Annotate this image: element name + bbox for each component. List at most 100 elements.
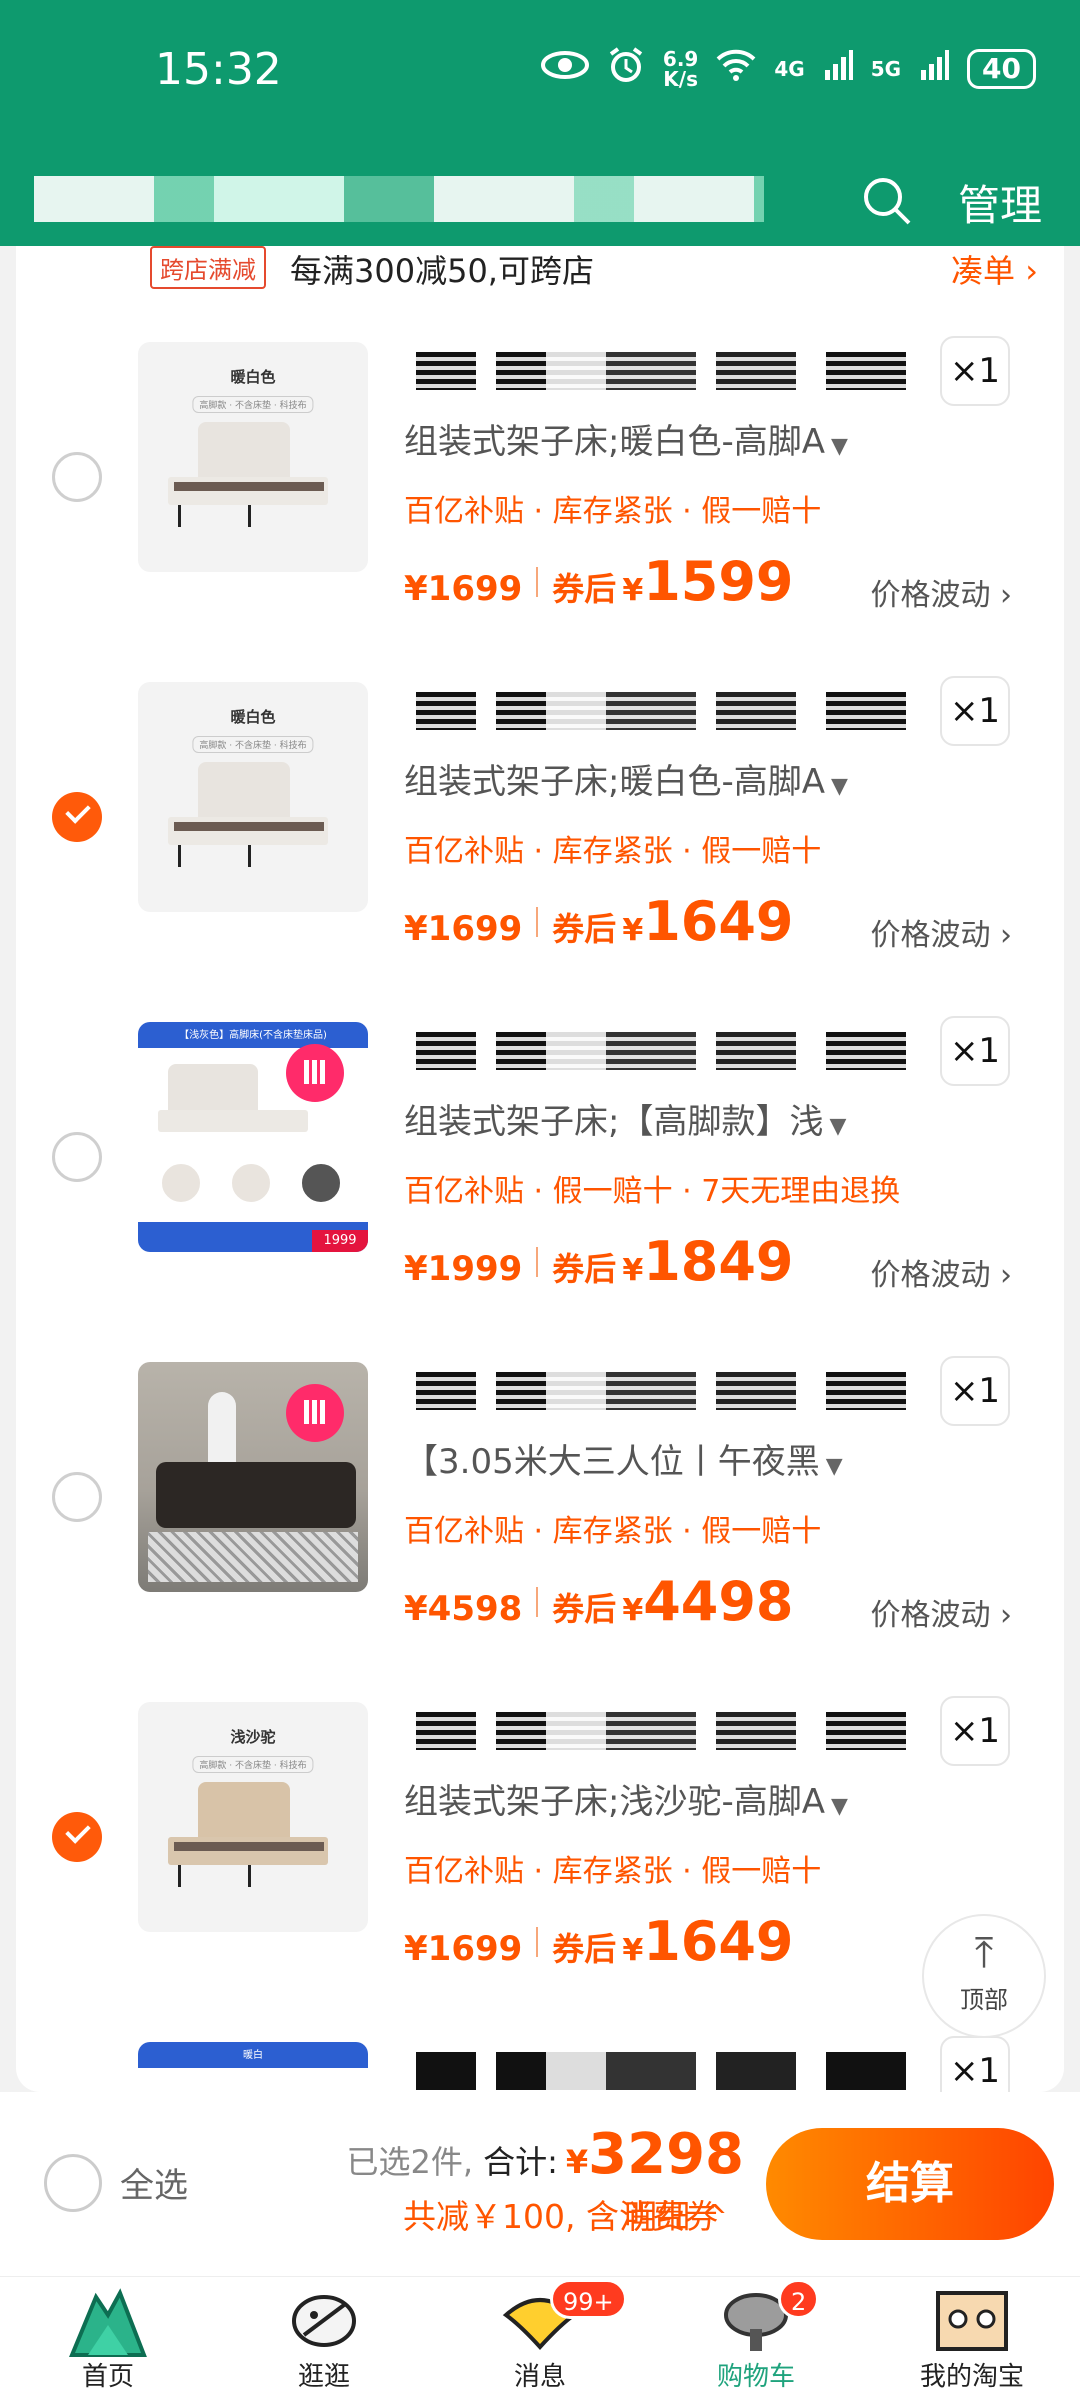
selected-count: 已选2件, xyxy=(346,2143,474,2181)
product-title-redacted[interactable] xyxy=(416,2052,906,2090)
price-row: ¥1999 券后 ¥ 1849 xyxy=(404,1230,793,1293)
divider xyxy=(536,566,539,597)
signal-bars-icon xyxy=(823,50,853,87)
detail-toggle[interactable]: 明细 ^ xyxy=(624,2190,728,2238)
search-icon[interactable] xyxy=(862,176,912,226)
eye-icon xyxy=(540,50,589,87)
total-summary: 已选2件, 合计: ¥ 3298 xyxy=(347,2122,744,2187)
original-price: ¥1699 xyxy=(404,569,523,609)
product-thumbnail[interactable]: 【浅灰色】高脚床(不含床垫床品) 1999 xyxy=(138,1022,368,1252)
profile-icon xyxy=(936,2291,1008,2351)
status-time: 15:32 xyxy=(155,44,282,95)
checkout-button[interactable]: 结算 xyxy=(766,2128,1054,2240)
currency-symbol: ¥ xyxy=(622,1593,644,1628)
tab-messages[interactable]: 99+ 消息 xyxy=(460,2277,627,2400)
sku-text: 组装式架子床;【高脚款】浅 xyxy=(404,1102,824,1142)
original-price: ¥1999 xyxy=(404,1249,523,1289)
tab-home[interactable]: 首页 xyxy=(28,2277,188,2400)
thumb-price-chip: 1999 xyxy=(312,1230,368,1252)
price-row: ¥1699 券后 ¥ 1599 xyxy=(404,550,793,613)
chevron-down-icon: ▼ xyxy=(830,1794,848,1819)
quantity-button[interactable]: ×1 xyxy=(940,336,1010,406)
sku-selector[interactable]: 组装式架子床;【高脚款】浅 ▼ xyxy=(404,1094,846,1143)
manage-button[interactable]: 管理 xyxy=(958,172,1042,233)
price-fluctuation-link[interactable]: 价格波动 › xyxy=(870,1250,1012,1294)
after-coupon-price: 1599 xyxy=(643,550,794,613)
net-speed: 6.9 K/s xyxy=(663,49,698,89)
add-on-link[interactable]: 凑单 › xyxy=(951,246,1038,292)
quantity-button[interactable]: ×1 xyxy=(940,1696,1010,1766)
price-fluctuation-link[interactable]: 价格波动 › xyxy=(870,1590,1012,1634)
arrow-up-icon: ⤒ xyxy=(974,1928,994,1977)
product-thumbnail[interactable]: 暖白色 高脚款 · 不含床垫 · 科技布 xyxy=(138,342,368,572)
live-badge-icon xyxy=(286,1044,344,1102)
bed-leg xyxy=(248,505,251,527)
divider xyxy=(536,906,539,937)
tab-discover[interactable]: 逛逛 xyxy=(244,2277,404,2400)
detail-thumb xyxy=(300,1162,342,1204)
sku-text: 组装式架子床;浅沙驼-高脚A xyxy=(404,1782,825,1822)
original-price: ¥1699 xyxy=(404,1929,523,1969)
product-thumbnail[interactable]: 暖白 xyxy=(138,2042,368,2092)
live-badge-icon xyxy=(286,1384,344,1442)
thumb-sublabel: 高脚款 · 不含床垫 · 科技布 xyxy=(192,396,314,413)
original-price: ¥1699 xyxy=(404,909,523,949)
redaction-mask xyxy=(416,1712,906,1750)
sku-text: 【3.05米大三人位丨午夜黑 xyxy=(404,1442,820,1482)
quantity-button[interactable]: ×1 xyxy=(940,2036,1010,2092)
item-checkbox-checked[interactable] xyxy=(52,1812,102,1862)
divider xyxy=(536,1926,539,1957)
after-coupon-label: 券后 xyxy=(552,1250,617,1288)
sku-selector[interactable]: 组装式架子床;浅沙驼-高脚A ▼ xyxy=(404,1774,848,1823)
redaction-mask xyxy=(416,352,906,390)
price-row: ¥1699 券后 ¥ 1649 xyxy=(404,1910,793,1973)
quantity-button[interactable]: ×1 xyxy=(940,1016,1010,1086)
sku-selector[interactable]: 【3.05米大三人位丨午夜黑 ▼ xyxy=(404,1434,843,1483)
battery-indicator: 40 xyxy=(967,48,1036,89)
thumb-label: 暖白色 xyxy=(230,708,276,726)
tab-cart[interactable]: 2 购物车 xyxy=(676,2277,836,2400)
price-fluctuation-link[interactable]: 价格波动 › xyxy=(870,570,1012,614)
divider xyxy=(536,1246,539,1277)
sku-selector[interactable]: 组装式架子床;暖白色-高脚A ▼ xyxy=(404,754,848,803)
chevron-down-icon: ▼ xyxy=(829,1114,847,1139)
select-all-checkbox[interactable] xyxy=(44,2154,102,2212)
bottom-tab-bar: 首页 逛逛 99+ 消息 2 购物车 我的淘宝 xyxy=(0,2276,1080,2400)
thumb-sublabel: 高脚款 · 不含床垫 · 科技布 xyxy=(192,1756,314,1773)
currency-symbol: ¥ xyxy=(622,1933,644,1968)
chevron-down-icon: ▼ xyxy=(825,1454,843,1479)
tab-my-taobao[interactable]: 我的淘宝 xyxy=(892,2277,1052,2400)
cart-item: 浅沙驼 高脚款 · 不含床垫 · 科技布 ×1 组装式架子床;浅沙驼-高脚A ▼ … xyxy=(16,1696,1064,2042)
select-all-label[interactable]: 全选 xyxy=(120,2158,188,2207)
price-fluctuation-link[interactable]: 价格波动 › xyxy=(870,910,1012,954)
quantity-button[interactable]: ×1 xyxy=(940,1356,1010,1426)
signal-5g: 5G xyxy=(870,56,902,81)
shop-name-redacted xyxy=(34,176,764,222)
sku-selector[interactable]: 组装式架子床;暖白色-高脚A ▼ xyxy=(404,414,848,463)
after-coupon-label: 券后 xyxy=(552,910,617,948)
item-checkbox[interactable] xyxy=(52,1472,102,1522)
back-to-top-label: 顶部 xyxy=(960,1986,1008,2014)
cart-item: 暖白色 高脚款 · 不含床垫 · 科技布 ×1 组装式架子床;暖白色-高脚A ▼ … xyxy=(16,336,1064,682)
product-thumbnail[interactable]: 暖白色 高脚款 · 不含床垫 · 科技布 xyxy=(138,682,368,912)
item-checkbox-checked[interactable] xyxy=(52,792,102,842)
quantity-button[interactable]: ×1 xyxy=(940,676,1010,746)
product-thumbnail[interactable]: 浅沙驼 高脚款 · 不含床垫 · 科技布 xyxy=(138,1702,368,1932)
cart-item: 暖白 ×1 xyxy=(16,2036,1064,2092)
tab-label: 首页 xyxy=(81,2362,134,2392)
divider xyxy=(536,1586,539,1617)
promo-row: 跨店满减 每满300减50,可跨店 凑单 › xyxy=(16,246,1064,296)
item-checkbox[interactable] xyxy=(52,1132,102,1182)
after-coupon-price: 1649 xyxy=(643,890,794,953)
back-to-top-button[interactable]: ⤒ 顶部 xyxy=(922,1914,1046,2038)
benefit-tags: 百亿补贴 · 库存紧张 · 假一赔十 xyxy=(404,494,822,529)
promo-tag: 跨店满减 xyxy=(150,246,266,289)
bed-blanket xyxy=(174,822,324,831)
product-thumbnail[interactable] xyxy=(138,1362,368,1592)
tab-label: 我的淘宝 xyxy=(919,2362,1024,2392)
discover-icon xyxy=(292,2295,356,2347)
benefit-tags: 百亿补贴 · 库存紧张 · 假一赔十 xyxy=(404,1514,822,1549)
item-checkbox[interactable] xyxy=(52,452,102,502)
total-label: 合计: xyxy=(483,2143,558,2181)
after-coupon-price: 1649 xyxy=(643,1910,794,1973)
